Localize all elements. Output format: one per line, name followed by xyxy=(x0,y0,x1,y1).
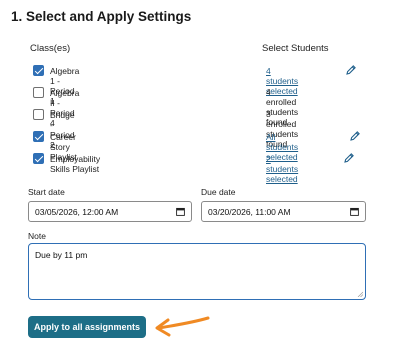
class-label: Employability Skills Playlist xyxy=(50,154,101,174)
pencil-icon[interactable] xyxy=(343,152,355,164)
start-date-label: Start date xyxy=(28,187,65,197)
start-date-field[interactable]: 03/05/2026, 12:00 AM xyxy=(28,201,192,222)
class-checkbox[interactable] xyxy=(33,153,44,164)
section-title: 1. Select and Apply Settings xyxy=(11,9,192,24)
due-date-label: Due date xyxy=(201,187,236,197)
class-checkbox[interactable] xyxy=(33,109,44,120)
pencil-icon[interactable] xyxy=(349,130,361,142)
due-date-field[interactable]: 03/20/2026, 11:00 AM xyxy=(201,201,366,222)
class-checkbox[interactable] xyxy=(33,131,44,142)
apply-to-all-button[interactable]: Apply to all assignments xyxy=(28,316,146,338)
arrow-left-icon xyxy=(155,316,210,337)
students-header: Select Students xyxy=(262,43,329,54)
calendar-icon[interactable] xyxy=(350,207,359,216)
note-label: Note xyxy=(28,231,46,241)
students-selected-link[interactable]: 2 students selected xyxy=(266,154,298,184)
note-textarea[interactable]: Due by 11 pm xyxy=(28,243,366,300)
calendar-icon[interactable] xyxy=(176,207,185,216)
note-value: Due by 11 pm xyxy=(35,250,88,260)
resize-handle-icon[interactable] xyxy=(357,291,363,297)
class-checkbox[interactable] xyxy=(33,87,44,98)
class-checkbox[interactable] xyxy=(33,65,44,76)
pencil-icon[interactable] xyxy=(345,64,357,76)
due-date-value: 03/20/2026, 11:00 AM xyxy=(208,207,291,217)
classes-header: Class(es) xyxy=(30,43,71,54)
start-date-value: 03/05/2026, 12:00 AM xyxy=(35,207,119,217)
